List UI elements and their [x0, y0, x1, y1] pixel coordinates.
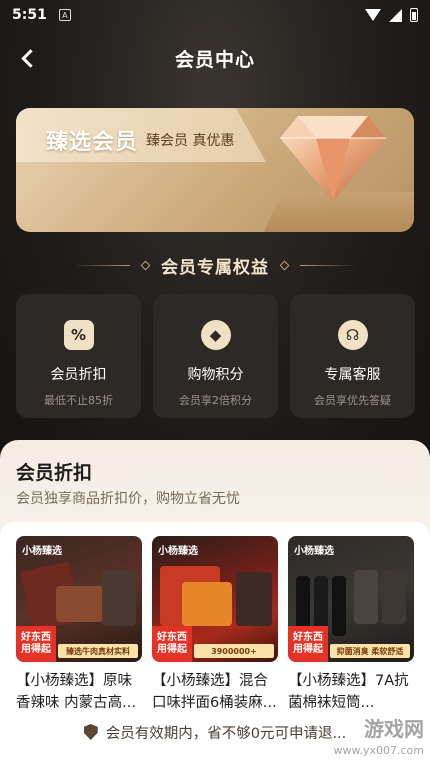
- promo-tag: 好东西 用得起: [152, 626, 192, 662]
- divider: [300, 264, 356, 266]
- status-time: 5:51: [12, 7, 47, 23]
- product-food: [56, 586, 104, 622]
- promo-strip: 3900000+: [194, 644, 274, 658]
- product-brand: 小杨臻选: [158, 546, 198, 557]
- benefit-name: 购物积分: [187, 367, 244, 383]
- watermark-text: 游戏网: [364, 717, 424, 741]
- back-arrow-icon: [21, 48, 40, 68]
- promo-tag-line: 用得起: [293, 644, 323, 655]
- member-card[interactable]: 臻选会员 臻会员 真优惠: [16, 108, 414, 232]
- watermark: 游戏网 www.yx007.com: [334, 718, 424, 762]
- divider-diamond-icon: [140, 260, 151, 270]
- promo-tag-line: 好东西: [293, 632, 323, 643]
- headset-icon: ☊: [337, 320, 368, 350]
- notification-icon: A: [58, 9, 71, 21]
- promo-tag-line: 用得起: [21, 644, 51, 655]
- wifi-icon: [365, 9, 381, 21]
- benefit-desc: 最低不止85折: [44, 394, 113, 407]
- product-card[interactable]: 小杨臻选 好东西 用得起 臻选牛肉真材实料 【小杨臻选】原味香辣味 内蒙古高...: [16, 536, 142, 714]
- promo-tag: 好东西 用得起: [288, 626, 328, 662]
- benefit-points[interactable]: ◆ 购物积分 会员享2倍积分: [153, 294, 278, 418]
- back-button[interactable]: [14, 44, 42, 72]
- diamond-coin-icon: ◆: [200, 320, 231, 350]
- product-image: 小杨臻选 好东西 用得起 3900000+: [152, 536, 278, 662]
- promo-tag-line: 好东西: [21, 632, 51, 643]
- product-name: 【小杨臻选】7A抗菌棉袜短筒...: [288, 673, 409, 711]
- product-name: 【小杨臻选】原味香辣味 内蒙古高...: [16, 673, 136, 711]
- product-card[interactable]: 小杨臻选 好东西 用得起 3900000+ 【小杨臻选】混合口味拌面6桶装麻...: [152, 536, 278, 714]
- product-sock: [332, 576, 346, 636]
- benefit-desc: 会员享2倍积分: [179, 394, 252, 407]
- product-person: [102, 570, 136, 626]
- product-person: [354, 570, 378, 624]
- benefit-discount[interactable]: % 会员折扣 最低不止85折: [16, 294, 141, 418]
- product-name: 【小杨臻选】混合口味拌面6桶装麻...: [152, 673, 277, 711]
- member-slogan: 臻会员 真优惠: [146, 133, 235, 149]
- benefits-title: 会员专属权益: [161, 257, 269, 278]
- product-card[interactable]: 小杨臻选 好东西 用得起 抑菌消臭 柔软舒适 【小杨臻选】7A抗菌棉袜短筒...: [288, 536, 414, 714]
- product-brand: 小杨臻选: [294, 546, 334, 557]
- percent-badge-icon: %: [63, 320, 94, 350]
- product-image: 小杨臻选 好东西 用得起 臻选牛肉真材实料: [16, 536, 142, 662]
- product-image: 小杨臻选 好东西 用得起 抑菌消臭 柔软舒适: [288, 536, 414, 662]
- product-person: [236, 572, 272, 626]
- shield-icon: [83, 724, 98, 740]
- watermark-url: www.yx007.com: [333, 744, 424, 757]
- product-bowl: [182, 582, 232, 626]
- status-bar: 5:51 A: [0, 0, 430, 30]
- benefits-heading: 会员专属权益: [0, 252, 430, 278]
- benefit-service[interactable]: ☊ 专属客服 会员享优先答疑: [290, 294, 415, 418]
- promo-strip: 臻选牛肉真材实料: [58, 644, 138, 658]
- benefit-desc: 会员享优先答疑: [314, 394, 391, 407]
- promo-tag-line: 用得起: [157, 644, 187, 655]
- product-brand: 小杨臻选: [22, 546, 62, 557]
- promo-tag-line: 好东西: [157, 632, 187, 643]
- member-brand: 臻选会员: [46, 130, 139, 155]
- promo-tag: 好东西 用得起: [16, 626, 56, 662]
- benefit-name: 会员折扣: [50, 367, 107, 383]
- signal-icon: [389, 8, 402, 22]
- battery-icon: [410, 8, 418, 22]
- divider: [74, 264, 130, 266]
- promo-strip: 抑菌消臭 柔软舒适: [330, 644, 410, 658]
- product-person: [382, 570, 406, 624]
- nav-bar: 会员中心: [0, 38, 430, 78]
- discount-subtitle: 会员独享商品折扣价，购物立省无忧: [16, 491, 240, 507]
- divider-diamond-icon: [279, 260, 290, 270]
- benefit-name: 专属客服: [324, 367, 381, 383]
- status-icons: [365, 8, 418, 22]
- notice-text: 会员有效期内，省不够0元可申请退...: [105, 725, 347, 742]
- diamond-icon: [280, 116, 386, 202]
- discount-title: 会员折扣: [16, 462, 93, 484]
- page-title: 会员中心: [174, 48, 255, 71]
